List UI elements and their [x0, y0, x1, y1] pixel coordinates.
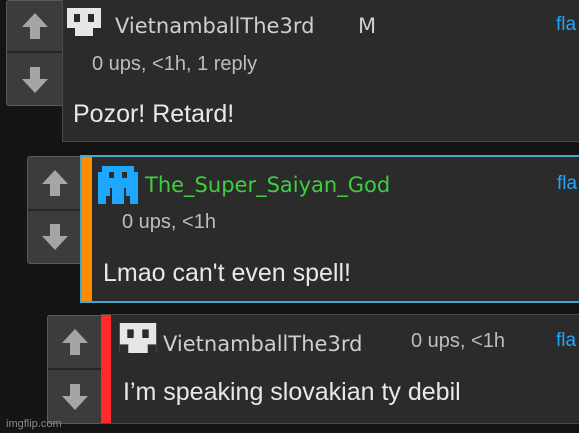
- flag-link[interactable]: fla: [557, 173, 577, 195]
- flag-link[interactable]: fla: [556, 14, 576, 36]
- vote-box: [6, 0, 64, 106]
- comment-meta: 0 ups, <1h: [122, 211, 216, 233]
- thread-bar: [82, 157, 92, 301]
- upvote-button[interactable]: [28, 157, 82, 211]
- flag-link[interactable]: fla: [556, 330, 576, 352]
- vote-box: [27, 156, 83, 264]
- blue-pixel-avatar-icon: [98, 166, 138, 204]
- up-arrow-icon: [22, 13, 48, 39]
- down-arrow-icon: [42, 224, 68, 250]
- comment-card-highlighted: The_Super_Saiyan_God fla 0 ups, <1h Lmao…: [80, 155, 579, 303]
- up-arrow-icon: [62, 329, 88, 355]
- pixel-face-icon: [67, 8, 101, 36]
- down-arrow-icon: [22, 67, 48, 93]
- down-arrow-icon: [62, 384, 88, 410]
- comment-card: VietnamballThe3rd 0 ups, <1h fla I’m spe…: [101, 314, 579, 424]
- downvote-button[interactable]: [28, 211, 82, 263]
- upvote-button[interactable]: [48, 316, 102, 370]
- comment-card: VietnamballThe3rd M fla 0 ups, <1h, 1 re…: [62, 0, 579, 142]
- up-arrow-icon: [42, 170, 68, 196]
- thread-bar: [101, 315, 111, 423]
- imgflip-watermark: imgflip.com: [6, 418, 62, 430]
- upvote-button[interactable]: [7, 1, 63, 53]
- username[interactable]: VietnamballThe3rd: [115, 14, 314, 38]
- downvote-button[interactable]: [48, 371, 102, 423]
- username[interactable]: VietnamballThe3rd: [163, 332, 362, 356]
- comment-text: I’m speaking slovakian ty debil: [123, 378, 461, 406]
- downvote-button[interactable]: [7, 55, 63, 105]
- comment-meta: 0 ups, <1h: [411, 330, 505, 352]
- pixel-face-icon: [119, 323, 157, 353]
- comment-text: Lmao can't even spell!: [103, 259, 351, 287]
- comment-meta: 0 ups, <1h, 1 reply: [92, 53, 258, 75]
- mod-badge: M: [358, 14, 377, 38]
- comment-text: Pozor! Retard!: [73, 100, 235, 128]
- username[interactable]: The_Super_Saiyan_God: [145, 173, 390, 197]
- vote-box: [47, 315, 103, 424]
